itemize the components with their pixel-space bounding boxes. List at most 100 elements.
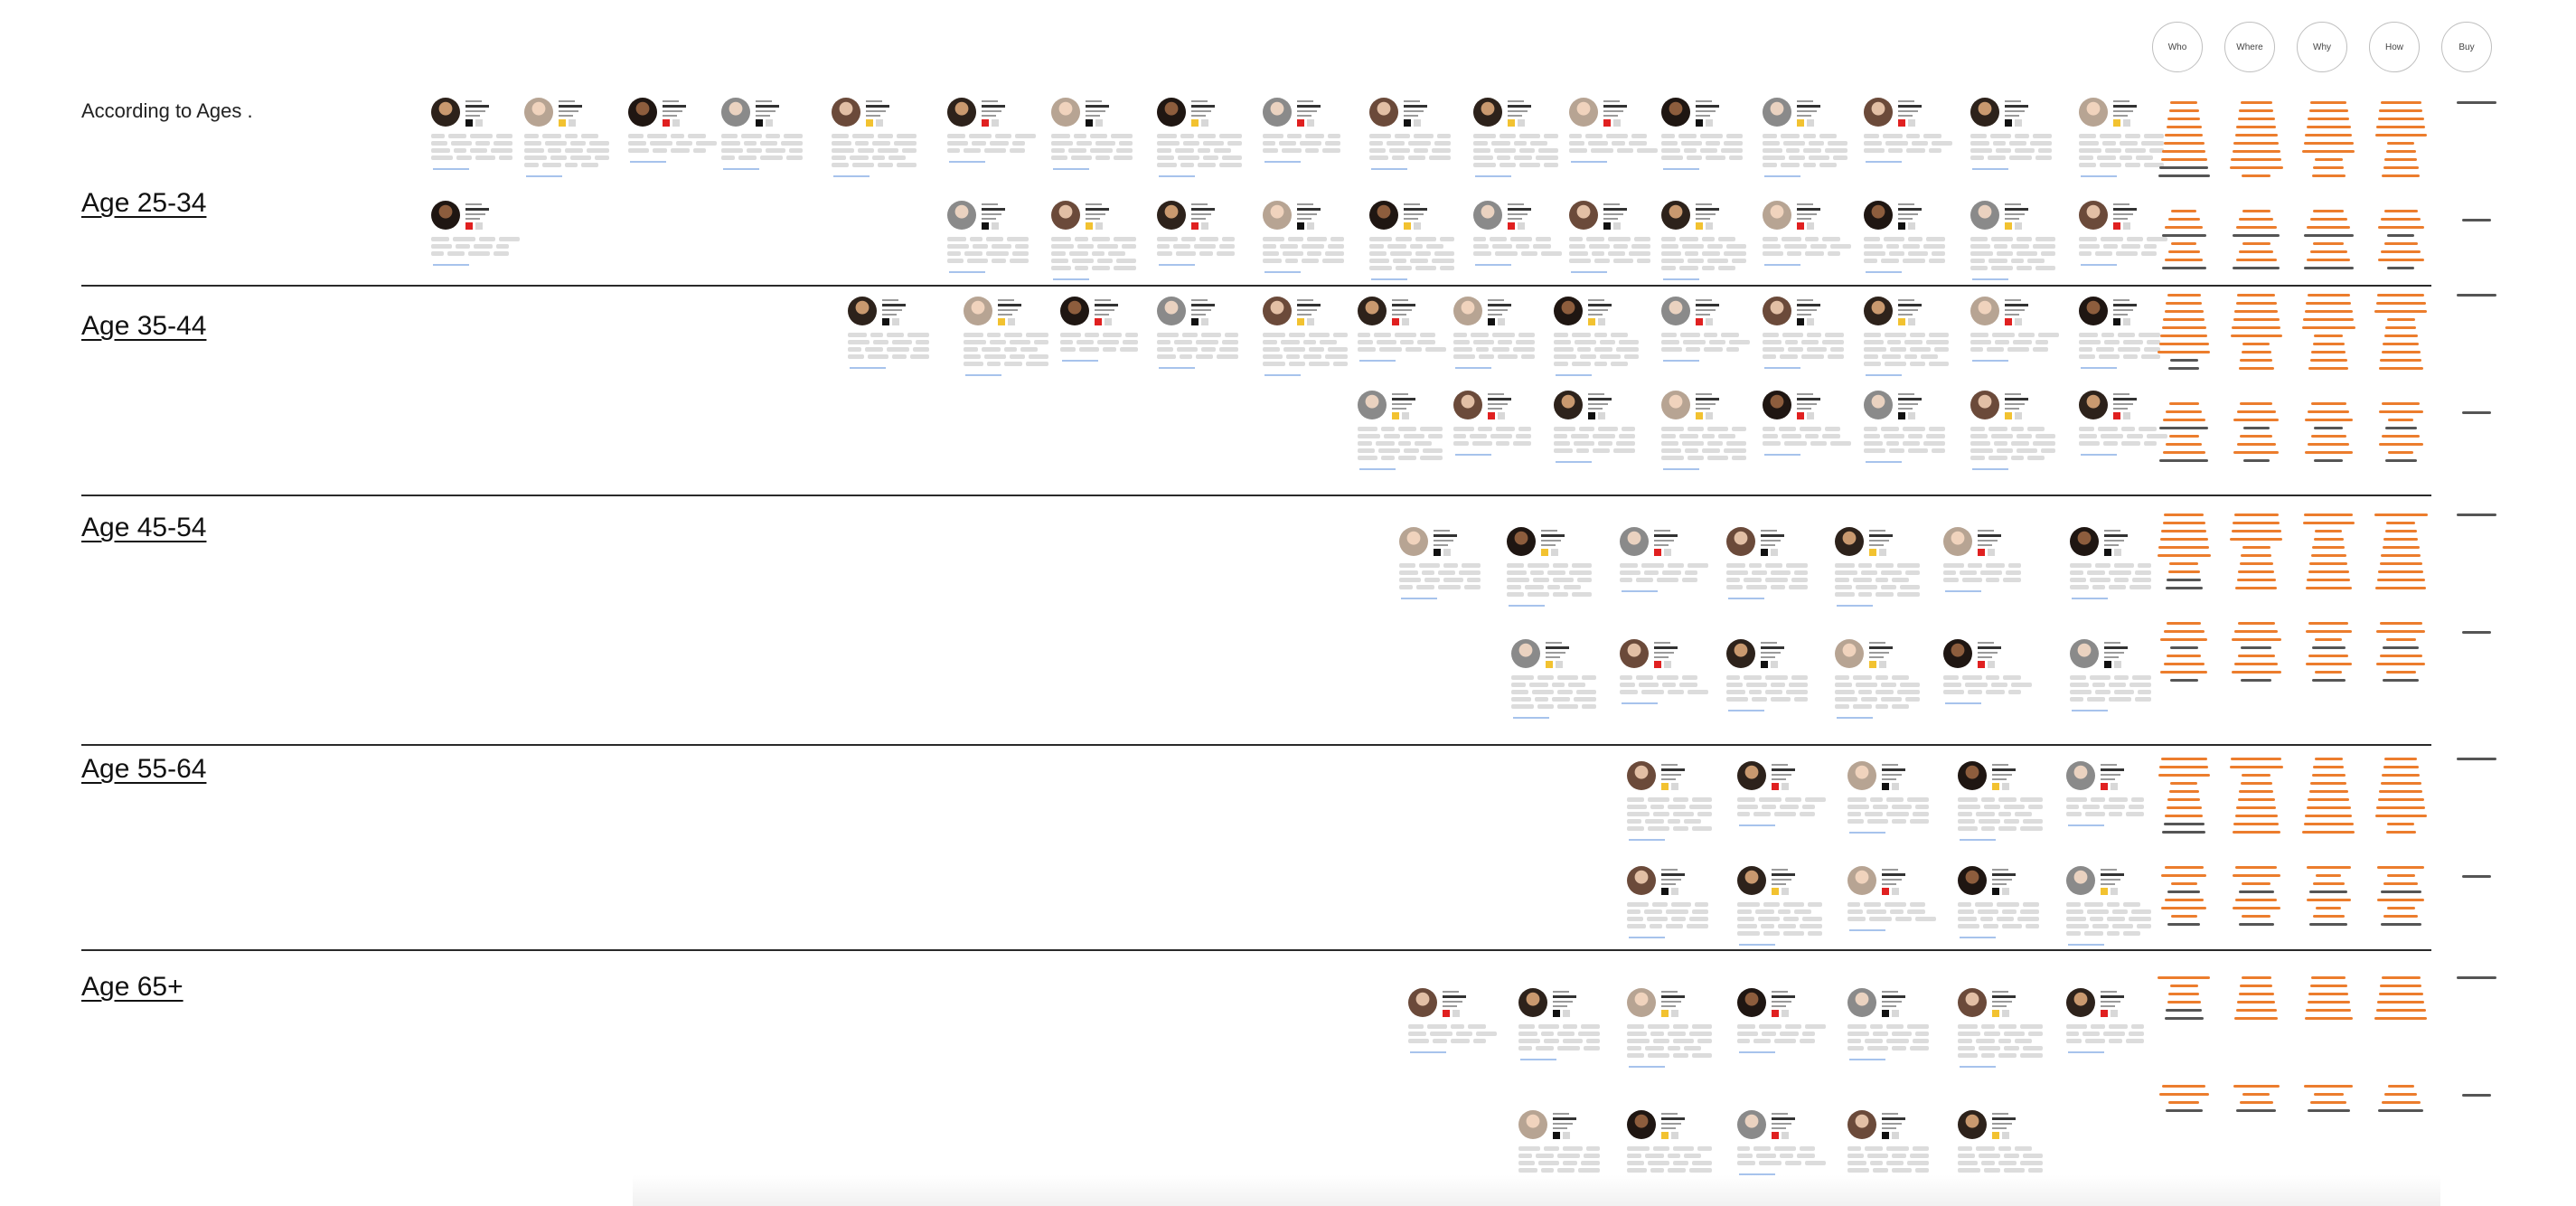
persona-card[interactable]	[1864, 297, 1972, 380]
flag-badge-icon	[1671, 1010, 1678, 1017]
persona-card[interactable]	[1511, 639, 1620, 722]
tag-chip	[1864, 134, 1879, 138]
persona-card[interactable]	[1453, 391, 1562, 474]
persona-card[interactable]	[1970, 297, 2079, 380]
persona-card[interactable]	[1661, 297, 1770, 380]
persona-card[interactable]	[1763, 201, 1871, 284]
persona-card[interactable]	[1661, 98, 1770, 181]
persona-card[interactable]	[1737, 761, 1846, 844]
persona-card[interactable]	[1620, 527, 1728, 610]
persona-card[interactable]	[1507, 527, 1615, 610]
persona-card[interactable]	[2070, 639, 2178, 722]
column-header-who[interactable]: Who	[2152, 22, 2203, 72]
persona-card[interactable]	[832, 98, 940, 181]
persona-card[interactable]	[1620, 639, 1728, 722]
column-header-how[interactable]: How	[2369, 22, 2420, 72]
tag-chip	[1051, 141, 1073, 146]
persona-card[interactable]	[1835, 639, 1943, 722]
persona-card[interactable]	[1358, 391, 1466, 474]
persona-card[interactable]	[947, 98, 1056, 181]
persona-card[interactable]	[1763, 98, 1871, 181]
persona-card[interactable]	[1661, 201, 1770, 284]
persona-card[interactable]	[431, 201, 540, 284]
persona-card[interactable]	[1627, 988, 1735, 1071]
persona-card[interactable]	[2066, 988, 2175, 1071]
persona-card[interactable]	[1943, 639, 2052, 722]
persona-card[interactable]	[1473, 98, 1582, 181]
persona-card[interactable]	[2066, 866, 2175, 949]
persona-card[interactable]	[1060, 297, 1169, 380]
flag-badge-icon	[1603, 222, 1611, 230]
persona-card[interactable]	[524, 98, 633, 181]
persona-card[interactable]	[628, 98, 737, 181]
tag-chip	[1620, 675, 1632, 680]
persona-card[interactable]	[1408, 988, 1517, 1071]
persona-card[interactable]	[1970, 391, 2079, 474]
column-header-why[interactable]: Why	[2297, 22, 2347, 72]
persona-card[interactable]	[1763, 391, 1871, 474]
persona-card[interactable]	[1970, 201, 2079, 284]
persona-card[interactable]	[1958, 761, 2066, 844]
persona-card[interactable]	[431, 98, 540, 181]
persona-card[interactable]	[1051, 201, 1160, 284]
persona-card[interactable]	[1847, 866, 1956, 949]
persona-card[interactable]	[848, 297, 956, 380]
persona-meta-line	[1772, 869, 1788, 871]
persona-card[interactable]	[1554, 297, 1662, 380]
tag-chip	[1650, 924, 1662, 928]
persona-card[interactable]	[1763, 297, 1871, 380]
tag-chip	[1518, 1146, 1540, 1151]
persona-card[interactable]	[1263, 98, 1371, 181]
column-header-where[interactable]: Where	[2224, 22, 2275, 72]
tag-chip	[1420, 456, 1443, 460]
persona-card[interactable]	[1737, 988, 1846, 1071]
persona-card[interactable]	[1399, 527, 1508, 610]
persona-card[interactable]	[1943, 527, 2052, 610]
persona-card[interactable]	[721, 98, 830, 181]
persona-card[interactable]	[1958, 866, 2066, 949]
tag-chip	[1097, 340, 1119, 344]
tag-chip	[1399, 570, 1418, 575]
persona-meta-line	[1392, 408, 1406, 410]
persona-card[interactable]	[1473, 201, 1582, 284]
persona-card[interactable]	[1157, 297, 1265, 380]
persona-card[interactable]	[1864, 391, 1972, 474]
persona-card[interactable]	[1737, 866, 1846, 949]
persona-card[interactable]	[964, 297, 1072, 380]
persona-card[interactable]	[1369, 98, 1478, 181]
persona-meta-line	[2101, 991, 2117, 993]
tag-chip	[1619, 340, 1639, 344]
persona-card[interactable]	[1157, 98, 1265, 181]
persona-card[interactable]	[1263, 201, 1371, 284]
persona-card[interactable]	[1358, 297, 1466, 380]
persona-card[interactable]	[1627, 866, 1735, 949]
persona-card[interactable]	[1958, 988, 2066, 1071]
persona-card[interactable]	[1661, 391, 1770, 474]
persona-card[interactable]	[1835, 527, 1943, 610]
persona-card[interactable]	[1051, 98, 1160, 181]
persona-card[interactable]	[1970, 98, 2079, 181]
persona-card[interactable]	[947, 201, 1056, 284]
persona-card[interactable]	[1263, 297, 1371, 380]
tag-chip	[1882, 354, 1901, 359]
tag-chip	[565, 163, 578, 167]
profile-link	[1972, 278, 2008, 280]
persona-card[interactable]	[1453, 297, 1562, 380]
persona-card[interactable]	[1864, 201, 1972, 284]
persona-card[interactable]	[1864, 98, 1972, 181]
tag-chip	[1908, 237, 1923, 241]
persona-card[interactable]	[1157, 201, 1265, 284]
persona-card[interactable]	[1726, 639, 1835, 722]
note-line	[2383, 538, 2418, 541]
persona-card[interactable]	[1369, 201, 1478, 284]
persona-meta-line	[2005, 203, 2021, 205]
tag-chip	[1492, 333, 1515, 337]
persona-card[interactable]	[1554, 391, 1662, 474]
persona-card[interactable]	[1518, 988, 1627, 1071]
column-header-buy[interactable]: Buy	[2441, 22, 2492, 72]
persona-card[interactable]	[1726, 527, 1835, 610]
persona-card[interactable]	[1847, 761, 1956, 844]
persona-card[interactable]	[1847, 988, 1956, 1071]
persona-card[interactable]	[1627, 761, 1735, 844]
note-line	[2383, 646, 2419, 649]
